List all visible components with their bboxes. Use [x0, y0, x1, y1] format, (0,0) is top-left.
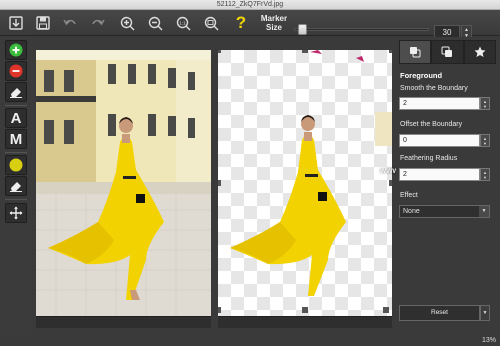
source-scrollbar[interactable]: [36, 316, 211, 328]
auto-tool-a[interactable]: A: [5, 108, 27, 128]
offset-field[interactable]: 0: [399, 134, 480, 147]
move-tool[interactable]: [5, 203, 27, 223]
export-icon[interactable]: [6, 13, 26, 33]
redo-icon[interactable]: [88, 13, 108, 33]
fit-icon[interactable]: [201, 13, 221, 33]
feather-field[interactable]: 2: [399, 168, 480, 181]
tool-divider: [5, 152, 27, 153]
actual-size-label: 1:1: [179, 20, 186, 25]
zoom-in-icon[interactable]: [117, 13, 137, 33]
settings-panel: Foreground Smooth the Boundary 2 ▲ ▼ Offs…: [396, 37, 500, 337]
undo-icon[interactable]: [60, 13, 80, 33]
tool-divider: [5, 105, 27, 106]
tab-effects[interactable]: [463, 40, 496, 64]
tool-strip: A M: [0, 37, 33, 337]
window-title: 52112_ZkQ7FrVd.jpg: [216, 1, 284, 8]
marker-size-slider-thumb[interactable]: [297, 24, 307, 35]
eraser-tool[interactable]: [5, 82, 27, 102]
result-image-panel[interactable]: [218, 50, 392, 316]
tool-divider: [5, 199, 27, 200]
crop-handle[interactable]: [389, 180, 392, 186]
crop-handle[interactable]: [302, 307, 308, 313]
crop-handle[interactable]: [389, 50, 392, 53]
tab-background[interactable]: [431, 40, 464, 64]
actual-size-icon[interactable]: 1:1: [173, 13, 193, 33]
smooth-stepper[interactable]: ▲ ▼: [480, 97, 490, 110]
effect-label: Effect: [400, 192, 418, 199]
smooth-field[interactable]: 2: [399, 97, 480, 110]
add-foreground-tool[interactable]: [5, 40, 27, 60]
crop-handle[interactable]: [218, 180, 221, 186]
remove-background-tool[interactable]: [5, 61, 27, 81]
smooth-label: Smooth the Boundary: [400, 85, 468, 92]
save-icon[interactable]: [33, 13, 53, 33]
marker-size-slider[interactable]: [294, 28, 429, 31]
feather-stepper[interactable]: ▲ ▼: [480, 168, 490, 181]
tab-foreground[interactable]: [399, 40, 432, 64]
settings-tabs: [399, 40, 496, 64]
marker-color-tool[interactable]: [5, 155, 27, 175]
offset-label: Offset the Boundary: [400, 121, 463, 128]
help-icon[interactable]: ?: [231, 13, 251, 33]
crop-handle[interactable]: [218, 307, 221, 313]
crop-handle[interactable]: [302, 50, 308, 53]
zoom-out-icon[interactable]: [145, 13, 165, 33]
manual-tool-m[interactable]: M: [5, 129, 27, 149]
effect-select-value: None: [403, 208, 420, 215]
toolbar: 1:1 ? Marker Size 30 ▲ ▼: [0, 10, 500, 40]
marker-eraser-tool[interactable]: [5, 176, 27, 196]
help-label: ?: [235, 13, 247, 32]
offset-stepper[interactable]: ▲ ▼: [480, 134, 490, 147]
marker-size-label: Marker Size: [260, 14, 288, 32]
result-scrollbar[interactable]: [218, 316, 392, 328]
crop-handle[interactable]: [383, 307, 389, 313]
reset-menu-button[interactable]: ▼: [480, 305, 490, 321]
section-title: Foreground: [400, 71, 443, 80]
app-window: 52112_ZkQ7FrVd.jpg 1:1 ? Marker Size 30 …: [0, 0, 500, 346]
reset-button[interactable]: Reset: [399, 305, 480, 321]
crop-handle[interactable]: [218, 50, 221, 53]
source-image-panel[interactable]: [36, 50, 211, 316]
feather-label: Feathering Radius: [400, 155, 458, 162]
chevron-down-icon: ▼: [479, 206, 489, 217]
zoom-level: 13%: [481, 337, 496, 344]
title-bar: 52112_ZkQ7FrVd.jpg: [0, 0, 500, 10]
effect-select[interactable]: None ▼: [399, 205, 490, 218]
